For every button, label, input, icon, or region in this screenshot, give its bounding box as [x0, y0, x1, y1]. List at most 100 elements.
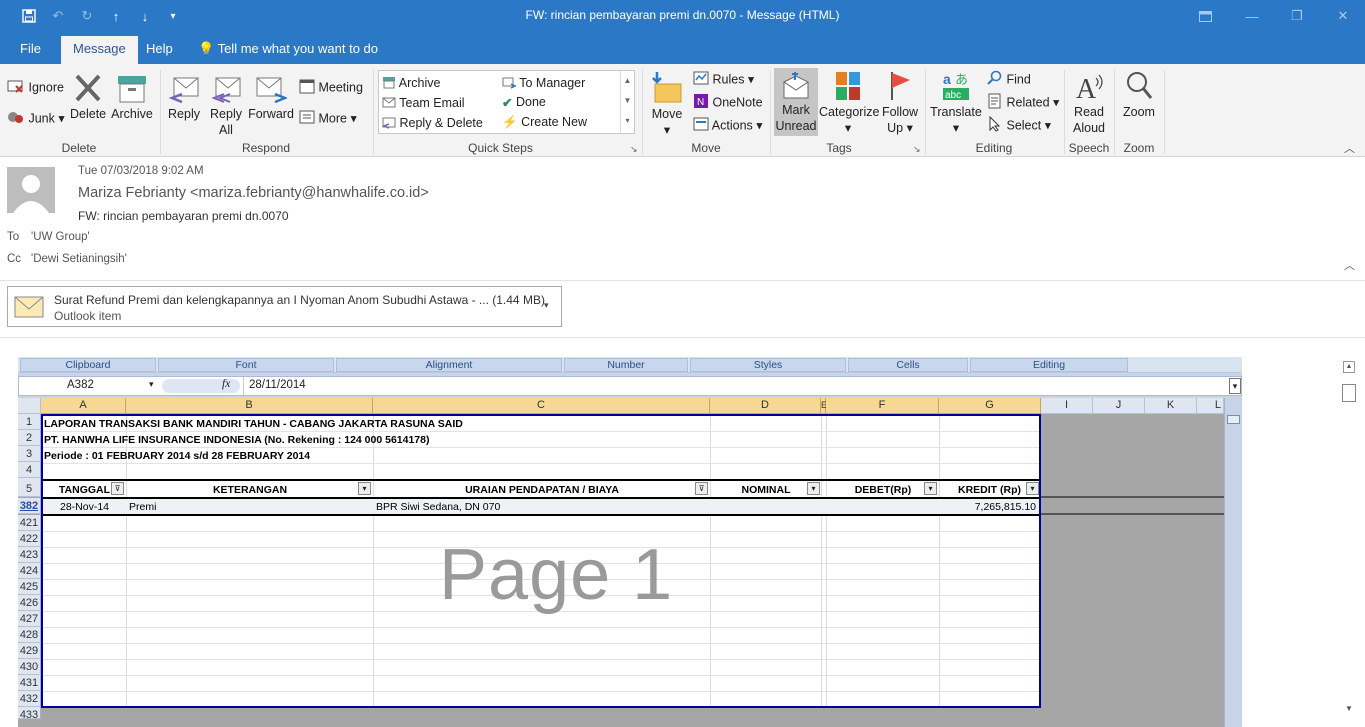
restore-button[interactable]: ❐ — [1282, 4, 1312, 28]
more-label: More — [318, 111, 347, 126]
row-header: 5 — [18, 478, 41, 497]
follow-up-button[interactable]: Follow Up ▾ — [878, 70, 922, 136]
row-header: 2 — [18, 430, 41, 446]
search-icon — [987, 70, 1003, 90]
sender[interactable]: Mariza Febrianty <mariza.febrianty@hanwh… — [78, 185, 429, 201]
sheet-scroll-thumb — [1227, 415, 1240, 424]
select-button[interactable]: Select ▾ — [987, 115, 1051, 136]
dialog-launcher-icon[interactable]: ↘ — [913, 144, 921, 155]
zoom-button[interactable]: Zoom — [1118, 70, 1160, 120]
read-aloud-button[interactable]: A Read Aloud — [1068, 70, 1110, 136]
row-header: 430 — [18, 659, 41, 675]
mark-unread-button[interactable]: Mark Unread — [774, 68, 818, 136]
reply-all-label-2: All — [219, 123, 233, 137]
meeting-icon — [299, 78, 315, 98]
related-button[interactable]: Related ▾ — [987, 93, 1059, 113]
tell-me-label: Tell me what you want to do — [217, 41, 378, 56]
rules-button[interactable]: Rules ▾ — [693, 70, 754, 90]
tab-message[interactable]: Message — [61, 36, 138, 64]
reply-button[interactable]: Reply — [164, 72, 204, 122]
row-header: 423 — [18, 547, 41, 563]
cell-keterangan: Premi — [129, 501, 157, 513]
move-group-label: Move — [691, 141, 721, 155]
row-header: 432 — [18, 691, 41, 707]
collapse-header-icon[interactable]: ︿ — [1344, 257, 1355, 273]
forward-label: Forward — [248, 107, 294, 121]
minimize-button[interactable]: — — [1237, 4, 1267, 28]
divider — [0, 337, 1365, 338]
find-button[interactable]: Find — [987, 70, 1031, 90]
reading-pane-scrollbar[interactable]: ▲ ▼ — [1340, 357, 1358, 719]
quickstep-create-new[interactable]: ⚡ Create New — [502, 115, 587, 130]
cc-recipient[interactable]: 'Dewi Setianingsih' — [31, 253, 127, 265]
collapse-ribbon-icon[interactable]: ︿ — [1344, 140, 1355, 156]
close-button[interactable]: ✕ — [1328, 4, 1358, 28]
chevron-down-icon: ▾ — [346, 111, 357, 126]
reply-all-button[interactable]: Reply All — [207, 72, 245, 138]
dialog-launcher-icon[interactable]: ↘ — [630, 144, 638, 155]
onenote-label: OneNote — [712, 95, 763, 110]
actions-button[interactable]: Actions ▾ — [693, 116, 763, 136]
tab-help[interactable]: Help — [146, 41, 173, 56]
quickstep-done[interactable]: ✔ Done — [502, 95, 546, 110]
delete-button[interactable]: Delete — [70, 72, 106, 122]
translate-button[interactable]: a あ abc Translate ▾ — [929, 70, 983, 136]
row-header: 425 — [18, 579, 41, 595]
reply-icon — [168, 77, 199, 104]
zoom-group-label: Zoom — [1123, 141, 1155, 155]
excel-group-editing: Editing — [970, 358, 1128, 372]
scroll-thumb[interactable] — [1342, 384, 1356, 402]
attachment[interactable]: Surat Refund Premi dan kelengkapannya an… — [7, 286, 562, 327]
onenote-button[interactable]: N OneNote — [693, 93, 763, 113]
scroll-down-icon[interactable]: ▼ — [1343, 704, 1355, 716]
more-respond-button[interactable]: More ▾ — [299, 109, 357, 129]
quickstep-team-email[interactable]: Team Email — [382, 95, 465, 112]
message-date: Tue 07/03/2018 9:02 AM — [78, 165, 204, 177]
excel-group-label: Font — [235, 359, 257, 371]
excel-group-label: Clipboard — [65, 359, 111, 371]
chevron-down-icon[interactable]: ▾ — [544, 300, 549, 311]
quickstep-archive[interactable]: Archive — [382, 75, 440, 92]
to-recipient[interactable]: 'UW Group' — [31, 231, 90, 243]
meeting-button[interactable]: Meeting — [299, 78, 363, 98]
header-keterangan: KETERANGAN — [212, 484, 288, 496]
gridline — [43, 691, 1039, 692]
reply-label: Reply — [168, 107, 200, 121]
archive-button[interactable]: Archive — [110, 72, 154, 122]
header-kredit: KREDIT (Rp) — [958, 484, 1021, 496]
ignore-button[interactable]: Ignore — [7, 78, 64, 98]
page-break-line — [1041, 513, 1224, 515]
excel-group-cells: Cells — [848, 358, 968, 372]
quickstep-reply-delete[interactable]: Reply & Delete — [381, 115, 483, 132]
junk-button[interactable]: Junk ▾ — [7, 109, 65, 129]
svg-text:abc: abc — [945, 90, 961, 101]
move-button[interactable]: Move ▾ — [647, 70, 687, 138]
cell-tanggal: 28-Nov-14 — [59, 501, 110, 513]
select-label: Select — [1006, 118, 1042, 133]
archive-icon — [382, 75, 396, 92]
ribbon-display-icon[interactable] — [1190, 4, 1220, 28]
reply-delete-icon — [381, 115, 396, 132]
filter-dropdown-icon: ▾ — [924, 482, 937, 495]
quick-steps-scroll[interactable]: ▲ ▼ ▾ — [620, 71, 634, 133]
forward-icon — [256, 77, 287, 104]
column-header: I — [1041, 398, 1093, 414]
cursor-icon — [987, 115, 1003, 136]
quickstep-team-email-label: Team Email — [399, 95, 465, 110]
cell-kredit: 7,265,815.10 — [974, 501, 1036, 513]
title-bar: ↶ ↻ ↑ ↓ ▾ FW: rincian pembayaran premi d… — [0, 0, 1365, 32]
move-label: Move — [651, 107, 683, 121]
categorize-button[interactable]: Categorize ▾ — [819, 70, 879, 136]
tell-me-search[interactable]: 💡 Tell me what you want to do — [198, 41, 378, 57]
header-nominal: NOMINAL — [741, 484, 791, 496]
quickstep-to-manager[interactable]: To Manager — [502, 75, 585, 92]
rules-label: Rules — [712, 72, 745, 87]
scroll-up-icon[interactable]: ▲ — [1343, 361, 1355, 373]
tab-file[interactable]: File — [20, 41, 41, 56]
column-header: G — [939, 398, 1041, 414]
delete-label: Delete — [70, 107, 107, 121]
chevron-down-icon: ▾ — [1049, 95, 1060, 110]
row-header: 422 — [18, 531, 41, 547]
zoom-label: Zoom — [1123, 105, 1155, 119]
forward-button[interactable]: Forward — [248, 72, 294, 122]
